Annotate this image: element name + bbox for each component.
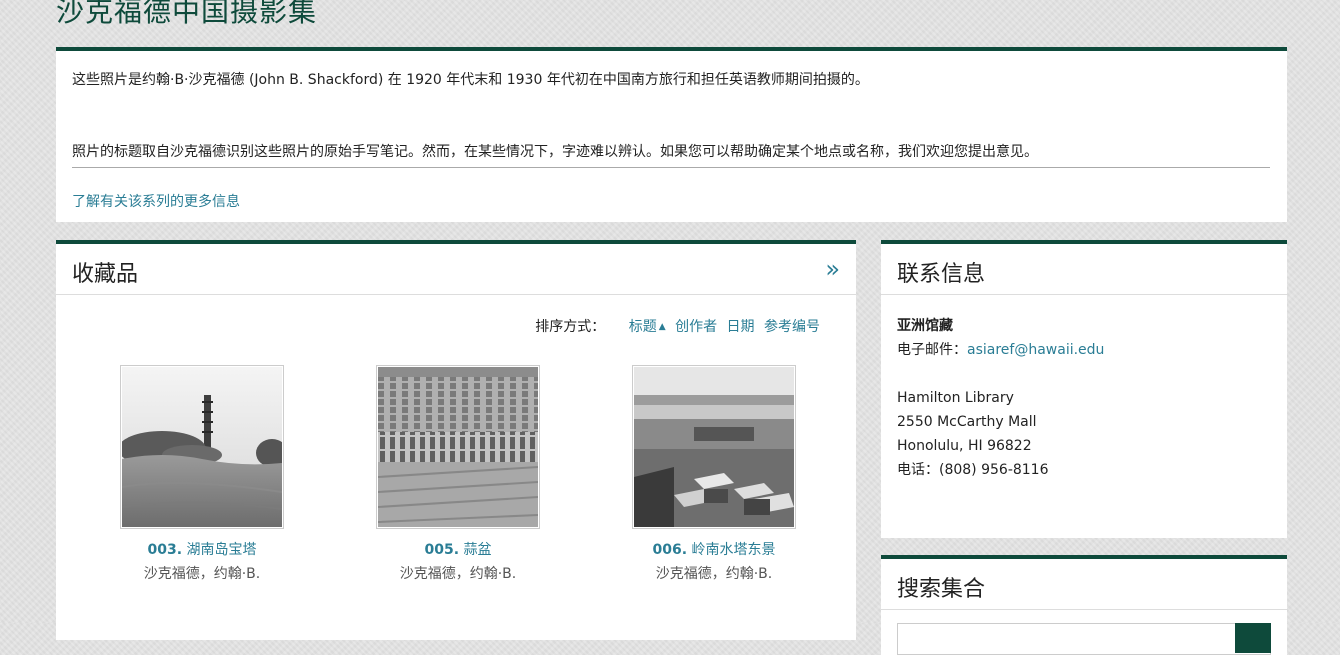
contact-phone: 电话：(808) 956-8116 [897, 462, 1049, 478]
contact-email-link[interactable]: asiaref@hawaii.edu [967, 342, 1104, 358]
sort-label: 排序方式： [535, 319, 606, 335]
collection-item: 003. 湖南岛宝塔 沙克福德，约翰·B. [92, 365, 312, 583]
item-thumbnail[interactable] [120, 365, 284, 529]
contact-title: 联系信息 [897, 262, 986, 287]
address-line-3: Honolulu, HI 96822 [897, 438, 1032, 454]
item-thumbnail[interactable] [376, 365, 540, 529]
item-title: 岭南水塔东景 [691, 542, 776, 558]
village-photo-icon [634, 367, 794, 527]
item-number: 006. [652, 542, 688, 558]
item-thumbnail[interactable] [632, 365, 796, 529]
item-creator: 沙克福德，约翰·B. [399, 566, 517, 582]
contact-name: 亚洲馆藏 [897, 318, 953, 334]
sort-by-date[interactable]: 日期 [727, 319, 755, 335]
address-line-1: Hamilton Library [897, 390, 1014, 406]
item-creator: 沙克福德，约翰·B. [655, 566, 773, 582]
collection-item: 006. 岭南水塔东景 沙克福德，约翰·B. [604, 365, 824, 583]
intro-paragraph-1: 这些照片是约翰·B·沙克福德 (John B. Shackford) 在 192… [72, 72, 869, 88]
search-header: 搜索集合 [881, 559, 1287, 610]
item-title-link[interactable]: 006. 岭南水塔东景 [604, 539, 824, 559]
item-title: 蒜盆 [463, 542, 492, 558]
contact-details: 亚洲馆藏 电子邮件：asiaref@hawaii.edu Hamilton Li… [897, 314, 1104, 482]
search-input[interactable] [897, 623, 1271, 655]
item-title: 湖南岛宝塔 [186, 542, 257, 558]
sort-bar: 排序方式： 标题 ▲ 创作者 日期 参考编号 [535, 316, 820, 336]
intro-panel: 这些照片是约翰·B·沙克福德 (John B. Shackford) 在 192… [56, 47, 1287, 222]
item-title-link[interactable]: 003. 湖南岛宝塔 [92, 539, 312, 559]
learn-more-link[interactable]: 了解有关该系列的更多信息 [72, 191, 240, 211]
field-photo-icon [378, 367, 538, 527]
collection-title: 收藏品 [72, 262, 139, 287]
collection-item: 005. 蒜盆 沙克福德，约翰·B. [348, 365, 568, 583]
item-number: 003. [147, 542, 183, 558]
sort-by-creator[interactable]: 创作者 [675, 319, 717, 335]
sort-option-label: 标题 [628, 319, 657, 335]
expand-icon[interactable]: » [825, 254, 840, 284]
search-button[interactable] [1235, 623, 1271, 653]
search-title: 搜索集合 [897, 577, 986, 602]
search-panel: 搜索集合 [881, 555, 1287, 655]
collection-panel: 收藏品 » 排序方式： 标题 ▲ 创作者 日期 参考编号 003. 湖南岛宝塔 … [56, 240, 856, 640]
item-creator: 沙克福德，约翰·B. [143, 566, 261, 582]
intro-paragraph-2: 照片的标题取自沙克福德识别这些照片的原始手写笔记。然而，在某些情况下，字迹难以辨… [72, 144, 1038, 160]
email-label: 电子邮件： [897, 342, 967, 358]
sort-by-reference[interactable]: 参考编号 [764, 319, 820, 335]
sort-by-title[interactable]: 标题 ▲ [629, 319, 666, 335]
contact-header: 联系信息 [881, 244, 1287, 295]
sort-ascending-icon: ▲ [658, 322, 666, 332]
site-title: 沙克福德中国摄影集 [56, 0, 318, 28]
contact-email-line: 电子邮件：asiaref@hawaii.edu [897, 338, 1104, 362]
collection-header: 收藏品 » [56, 244, 856, 295]
intro-divider [72, 167, 1270, 168]
address-line-2: 2550 McCarthy Mall [897, 414, 1037, 430]
contact-panel: 联系信息 亚洲馆藏 电子邮件：asiaref@hawaii.edu Hamilt… [881, 240, 1287, 538]
pagoda-photo-icon [122, 367, 282, 527]
item-title-link[interactable]: 005. 蒜盆 [348, 539, 568, 559]
item-number: 005. [424, 542, 460, 558]
